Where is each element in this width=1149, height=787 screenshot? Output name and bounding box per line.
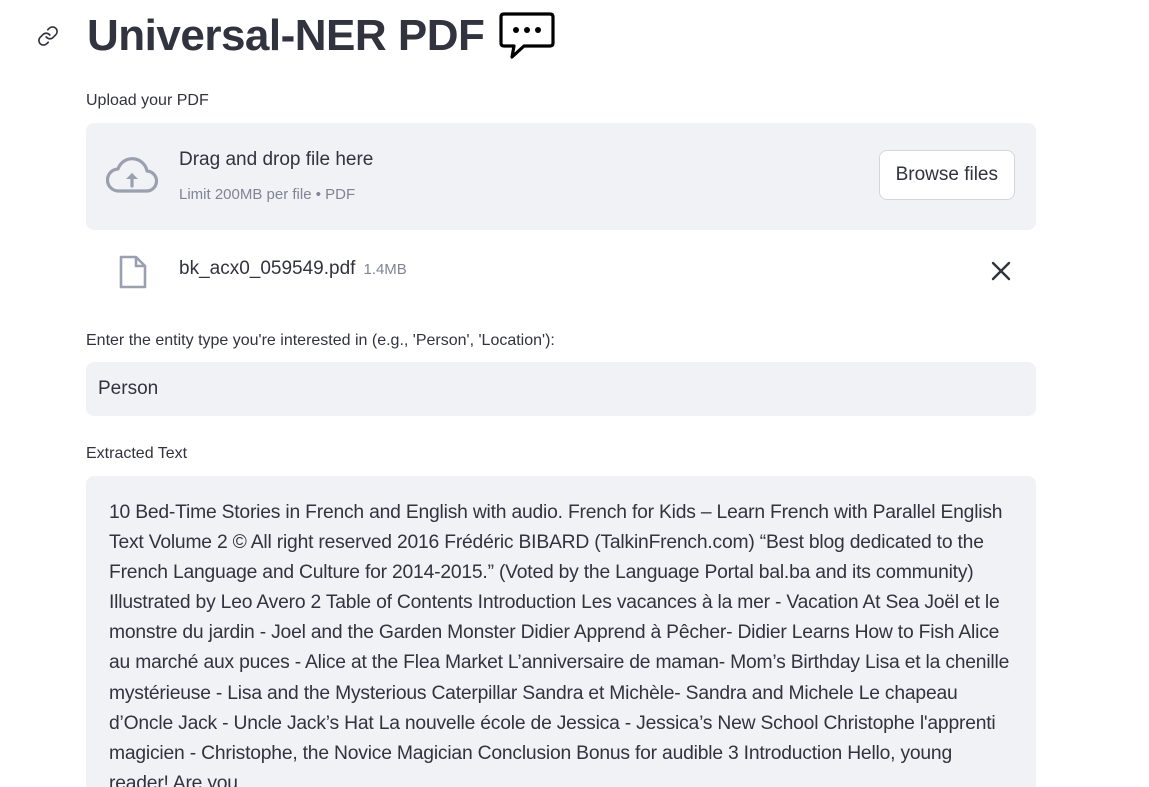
file-name-text: bk_acx0_059549.pdf [179,258,356,279]
uploaded-file-name: bk_acx0_059549.pdf 1.4MB [179,258,407,280]
speech-bubble-icon [498,11,556,61]
browse-files-button[interactable]: Browse files [878,150,1015,200]
file-icon [118,255,148,289]
entity-type-input[interactable] [86,362,1036,416]
extracted-text-area[interactable]: 10 Bed-Time Stories in French and Englis… [86,476,1036,787]
upload-label: Upload your PDF [86,92,209,109]
uploaded-file-row: bk_acx0_059549.pdf 1.4MB [86,248,1036,294]
file-size: 1.4MB [363,261,407,278]
dropzone-limit-text: Limit 200MB per file • PDF [179,186,356,203]
extracted-text-label: Extracted Text [86,445,188,462]
page-title: Universal-NER PDF [87,11,485,60]
entity-type-label: Enter the entity type you're interested … [86,332,555,349]
app-page: Universal-NER PDF Upload your PDF Drag a… [0,0,1149,787]
close-icon[interactable] [990,260,1012,282]
dropzone-title: Drag and drop file here [179,149,374,170]
title-row: Universal-NER PDF [36,8,556,64]
file-dropzone[interactable]: Drag and drop file here Limit 200MB per … [86,123,1036,230]
cloud-upload-icon [105,155,159,197]
link-icon[interactable] [36,24,60,48]
